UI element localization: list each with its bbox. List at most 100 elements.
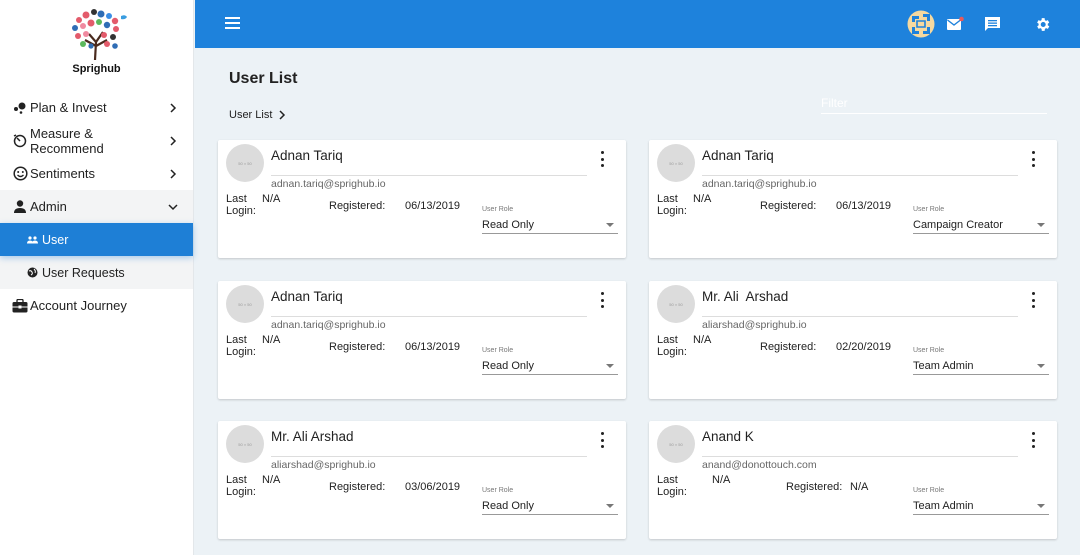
user-role-field: User Role Team Admin [913,487,1049,515]
user-email: adnan.tariq@sprighub.io [702,178,817,190]
user-role-select[interactable]: Campaign Creator [913,216,1049,234]
page-title: User List [229,70,298,87]
divider [702,316,1018,317]
more-options-icon[interactable] [1027,292,1039,308]
user-role-select[interactable]: Team Admin [913,357,1049,375]
top-app-bar [195,0,1080,48]
users-icon [26,234,38,246]
more-options-icon[interactable] [596,151,608,167]
sidebar-item-label: User Requests [42,265,125,280]
user-role-value: Team Admin [913,359,974,372]
chevron-right-icon [167,168,179,180]
registered-label: Registered: [329,481,386,493]
avatar: 50 × 50 [657,144,695,182]
chat-icon[interactable] [980,0,1004,48]
avatar: 50 × 50 [226,425,264,463]
brand-name: Sprighub [72,63,121,75]
last-login-label: Last Login: [657,334,687,358]
last-login-value: N/A [712,474,731,486]
user-card: 50 × 50 Adnan Tariq adnan.tariq@sprighub… [218,281,626,399]
sidebar-item-sentiments[interactable]: Sentiments [0,157,193,190]
user-role-label: User Role [482,487,514,494]
user-name: Mr. Ali Arshad [271,429,354,444]
sidebar-item-user[interactable]: User [0,223,193,256]
divider [702,456,1018,457]
last-login-label: Last Login: [657,193,687,217]
user-email: anand@donottouch.com [702,459,817,471]
more-options-icon[interactable] [596,432,608,448]
registered-value: N/A [850,481,869,493]
user-email: adnan.tariq@sprighub.io [271,319,386,331]
dropdown-arrow-icon [606,503,614,508]
registered-label: Registered: [786,481,843,493]
plan-icon [12,100,28,116]
user-role-value: Read Only [482,359,534,372]
divider [702,175,1018,176]
user-role-label: User Role [482,347,514,354]
sidebar-item-plan-invest[interactable]: Plan & Invest [0,91,193,124]
last-login-label: Last Login: [226,334,256,358]
avatar: 50 × 50 [226,285,264,323]
user-role-label: User Role [482,206,514,213]
sidebar-item-measure-recommend[interactable]: Measure & Recommend [0,124,193,157]
registered-value: 06/13/2019 [405,341,461,353]
last-login-value: N/A [262,474,281,486]
menu-icon[interactable] [225,17,240,30]
registered-label: Registered: [760,200,817,212]
sidebar-item-account-journey[interactable]: Account Journey [0,289,193,322]
registered-label: Registered: [329,341,386,353]
globe-icon [26,267,38,279]
user-role-select[interactable]: Read Only [482,357,618,375]
user-role-value: Read Only [482,218,534,231]
chevron-right-icon [167,135,179,147]
last-login-label: Last Login: [226,193,256,217]
registered-label: Registered: [329,200,386,212]
registered-value: 06/13/2019 [836,200,892,212]
user-name: Adnan Tariq [271,148,343,163]
user-role-label: User Role [913,347,945,354]
dropdown-arrow-icon [1037,363,1045,368]
user-role-select[interactable]: Read Only [482,497,618,515]
dropdown-arrow-icon [606,222,614,227]
sidebar-item-user-requests[interactable]: User Requests [0,256,193,289]
user-role-field: User Role Read Only [482,347,618,375]
breadcrumb-item[interactable]: User List [229,109,272,121]
more-options-icon[interactable] [1027,151,1039,167]
sidebar-item-label: User [42,232,69,247]
brand[interactable]: Sprighub [0,0,193,86]
admin-submenu: User User Requests [0,223,193,289]
user-role-label: User Role [913,487,945,494]
dropdown-arrow-icon [606,363,614,368]
user-role-label: User Role [913,206,945,213]
more-options-icon[interactable] [1027,432,1039,448]
last-login-label: Last Login: [657,474,687,498]
sprighub-tree-logo-icon [71,9,127,61]
user-name: Adnan Tariq [702,148,774,163]
briefcase-icon [12,298,28,314]
sidebar: Sprighub Plan & Invest Measure & Recomme… [0,0,194,555]
user-role-select[interactable]: Team Admin [913,497,1049,515]
mail-icon[interactable] [944,0,966,48]
settings-icon[interactable] [1030,0,1054,48]
last-login-label: Last Login: [226,474,256,498]
filter-input[interactable] [821,92,1047,113]
last-login-value: N/A [693,193,712,205]
person-icon [12,199,28,215]
user-name: Adnan Tariq [271,289,343,304]
user-email: adnan.tariq@sprighub.io [271,178,386,190]
app-logo-icon[interactable] [904,0,938,48]
registered-value: 06/13/2019 [405,200,461,212]
sidebar-item-admin[interactable]: Admin [0,190,193,223]
more-options-icon[interactable] [596,292,608,308]
user-role-field: User Role Read Only [482,206,618,234]
user-card: 50 × 50 Mr. Ali Arshad aliarshad@sprighu… [218,421,626,539]
chevron-right-icon [167,102,179,114]
breadcrumb: User List [229,109,288,121]
sidebar-item-label: Admin [30,199,67,214]
user-role-value: Team Admin [913,499,974,512]
registered-value: 03/06/2019 [405,481,461,493]
sidebar-item-label: Sentiments [30,166,96,181]
user-role-select[interactable]: Read Only [482,216,618,234]
measure-icon [12,133,28,149]
avatar: 50 × 50 [657,285,695,323]
